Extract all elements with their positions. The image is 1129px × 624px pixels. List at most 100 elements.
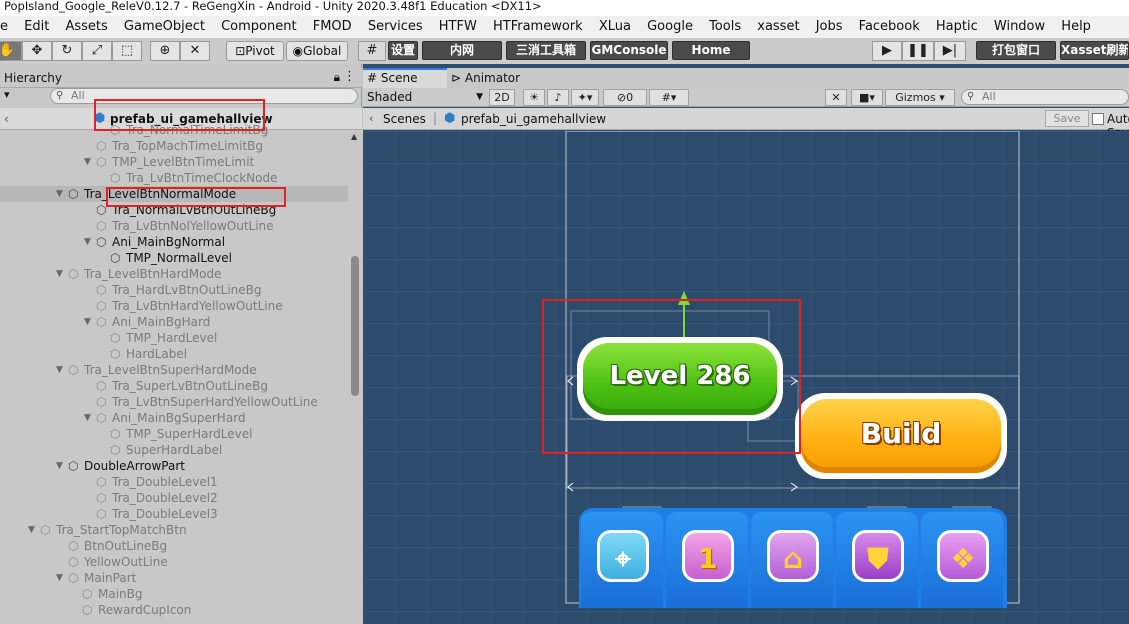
- scene-viewport[interactable]: Level 286 Build ⌖ 1 ⌂ ⛊ ❖: [363, 131, 1129, 624]
- create-dropdown-icon[interactable]: ▾: [4, 88, 10, 101]
- grid-snap-icon[interactable]: #: [358, 41, 386, 61]
- hierarchy-item[interactable]: ▼ ⬡ Ani_MainBgHard: [0, 314, 348, 330]
- xasset-refresh-button[interactable]: Xasset刷新: [1060, 41, 1129, 60]
- pivot-toggle[interactable]: ⊡Pivot: [226, 41, 284, 61]
- hierarchy-tab[interactable]: Hierarchy 🔒︎ ⋮: [0, 68, 362, 88]
- hierarchy-item[interactable]: ▼ ⬡ Ani_MainBgSuperHard: [0, 410, 348, 426]
- audio-icon[interactable]: ♪: [547, 89, 569, 106]
- hierarchy-item[interactable]: ▼ ⬡ Tra_LevelBtnHardMode: [0, 266, 348, 282]
- hierarchy-item[interactable]: ▼ ⬡ MainPart: [0, 570, 348, 586]
- step-icon[interactable]: ▶|: [934, 41, 966, 61]
- hierarchy-item[interactable]: ⬡ TMP_SuperHardLevel: [0, 426, 348, 442]
- rotate-tool-icon[interactable]: ↻: [52, 41, 82, 61]
- hierarchy-item[interactable]: ⬡ Tra_HardLvBtnOutLineBg: [0, 282, 348, 298]
- lock-icon[interactable]: 🔒︎: [334, 70, 340, 85]
- menu-google[interactable]: Google: [647, 16, 693, 38]
- hierarchy-item[interactable]: ⬡ Tra_LvBtnHardYellowOutLine: [0, 298, 348, 314]
- hand-tool-icon[interactable]: ✋: [0, 41, 22, 61]
- menu-xlua[interactable]: XLua: [599, 16, 631, 38]
- camera-icon[interactable]: ■▾: [851, 89, 883, 106]
- hierarchy-item[interactable]: ▼ ⬡ Tra_StartTopMatchBtn: [0, 522, 348, 538]
- menu-assets[interactable]: Assets: [65, 16, 107, 38]
- expand-arrow-icon[interactable]: ▼: [84, 410, 91, 426]
- save-button[interactable]: Save: [1045, 110, 1089, 127]
- mode-2d-toggle[interactable]: 2D: [489, 89, 515, 106]
- hierarchy-item[interactable]: ⬡ Tra_DoubleLevel3: [0, 506, 348, 522]
- hierarchy-item[interactable]: ▼ ⬡ Tra_LevelBtnSuperHardMode: [0, 362, 348, 378]
- menu-component[interactable]: Component: [221, 16, 296, 38]
- auto-save-checkbox[interactable]: [1092, 113, 1104, 125]
- lighting-icon[interactable]: ☀: [523, 89, 545, 106]
- hidden-objects-toggle[interactable]: ⊘0: [603, 89, 647, 106]
- hierarchy-item[interactable]: ⬡ Tra_DoubleLevel2: [0, 490, 348, 506]
- expand-arrow-icon[interactable]: ▼: [56, 570, 63, 586]
- settings-button[interactable]: 设置: [388, 41, 418, 60]
- global-toggle[interactable]: ◉Global: [286, 41, 348, 61]
- home-button[interactable]: Home: [672, 41, 750, 60]
- nav-map[interactable]: ⌖: [581, 512, 663, 608]
- scale-tool-icon[interactable]: ⤢: [82, 41, 112, 61]
- pause-icon[interactable]: ❚❚: [902, 41, 934, 61]
- hierarchy-scrollbar[interactable]: ▲: [348, 130, 362, 624]
- build-window-button[interactable]: 打包窗口: [976, 41, 1056, 60]
- effects-icon[interactable]: ✦▾: [571, 89, 599, 106]
- build-button[interactable]: Build: [795, 393, 1007, 479]
- nav-rank[interactable]: 1: [666, 512, 748, 608]
- expand-arrow-icon[interactable]: ▼: [84, 314, 91, 330]
- menu-htfw[interactable]: HTFW: [439, 16, 477, 38]
- nav-cards[interactable]: ❖: [921, 512, 1003, 608]
- transform-tool-icon[interactable]: ⊕: [150, 41, 180, 61]
- scrollbar-thumb[interactable]: [351, 256, 359, 396]
- custom-tool-icon[interactable]: ✕: [180, 41, 210, 61]
- menu-edit[interactable]: Edit: [24, 16, 49, 38]
- hierarchy-item[interactable]: ⬡ Tra_LvBtnNolYellowOutLine: [0, 218, 348, 234]
- shading-mode-dropdown[interactable]: Shaded ▼: [367, 89, 483, 105]
- menu-help[interactable]: Help: [1061, 16, 1091, 38]
- hierarchy-item[interactable]: ▼ ⬡ TMP_LevelBtnTimeLimit: [0, 154, 348, 170]
- hierarchy-item[interactable]: ⬡ Tra_LvBtnSuperHardYellowOutLine: [0, 394, 348, 410]
- rect-tool-icon[interactable]: ⬚: [112, 41, 142, 61]
- kebab-menu-icon[interactable]: ⋮: [343, 69, 356, 84]
- hierarchy-item[interactable]: ⬡ HardLabel: [0, 346, 348, 362]
- menu-file[interactable]: e: [0, 16, 8, 38]
- breadcrumb-prefab[interactable]: prefab_ui_gamehallview: [461, 112, 606, 126]
- hierarchy-item[interactable]: ▼ ⬡ Ani_MainBgNormal: [0, 234, 348, 250]
- tab-scene[interactable]: # Scene: [363, 68, 447, 88]
- move-tool-icon[interactable]: ✥: [22, 41, 52, 61]
- gmconsole-button[interactable]: GMConsole: [590, 41, 668, 60]
- expand-arrow-icon[interactable]: ▼: [84, 234, 91, 250]
- expand-arrow-icon[interactable]: ▼: [56, 266, 63, 282]
- menu-haptic[interactable]: Haptic: [936, 16, 978, 38]
- play-icon[interactable]: ▶: [872, 41, 902, 61]
- hierarchy-item[interactable]: ⬡ Tra_DoubleLevel1: [0, 474, 348, 490]
- breadcrumb-scenes[interactable]: Scenes: [383, 112, 426, 126]
- hierarchy-item[interactable]: ⬡ TMP_NormalLevel: [0, 250, 348, 266]
- nav-home[interactable]: ⌂: [751, 512, 833, 608]
- nav-team[interactable]: ⛊: [836, 512, 918, 608]
- hierarchy-item[interactable]: ⬡ SuperHardLabel: [0, 442, 348, 458]
- expand-arrow-icon[interactable]: ▼: [56, 362, 63, 378]
- hierarchy-item[interactable]: ▼ ⬡ DoubleArrowPart: [0, 458, 348, 474]
- tools-icon[interactable]: ✕: [825, 89, 847, 106]
- menu-gameobject[interactable]: GameObject: [124, 16, 205, 38]
- back-arrow-icon[interactable]: ‹: [369, 112, 373, 125]
- gizmos-dropdown[interactable]: Gizmos ▾: [885, 89, 955, 106]
- tab-animator[interactable]: ⊳ Animator: [447, 68, 537, 88]
- expand-arrow-icon[interactable]: ▼: [56, 458, 63, 474]
- menu-window[interactable]: Window: [994, 16, 1045, 38]
- menu-tools[interactable]: Tools: [709, 16, 741, 38]
- menu-htframework[interactable]: HTFramework: [493, 16, 583, 38]
- grid-settings-icon[interactable]: #▾: [649, 89, 689, 106]
- menu-fmod[interactable]: FMOD: [313, 16, 352, 38]
- hierarchy-item[interactable]: ⬡ RewardCupIcon: [0, 602, 348, 618]
- expand-arrow-icon[interactable]: ▼: [84, 154, 91, 170]
- scene-search-input[interactable]: ⚲ All: [961, 89, 1129, 105]
- scroll-up-icon[interactable]: ▲: [351, 132, 357, 141]
- hierarchy-item[interactable]: ⬡ MainBg: [0, 586, 348, 602]
- menu-xasset[interactable]: xasset: [757, 16, 799, 38]
- menu-facebook[interactable]: Facebook: [859, 16, 920, 38]
- hierarchy-item[interactable]: ⬡ Tra_LvBtnTimeClockNode: [0, 170, 348, 186]
- expand-arrow-icon[interactable]: ▼: [56, 186, 63, 202]
- expand-arrow-icon[interactable]: ▼: [28, 522, 35, 538]
- hierarchy-item[interactable]: ⬡ YellowOutLine: [0, 554, 348, 570]
